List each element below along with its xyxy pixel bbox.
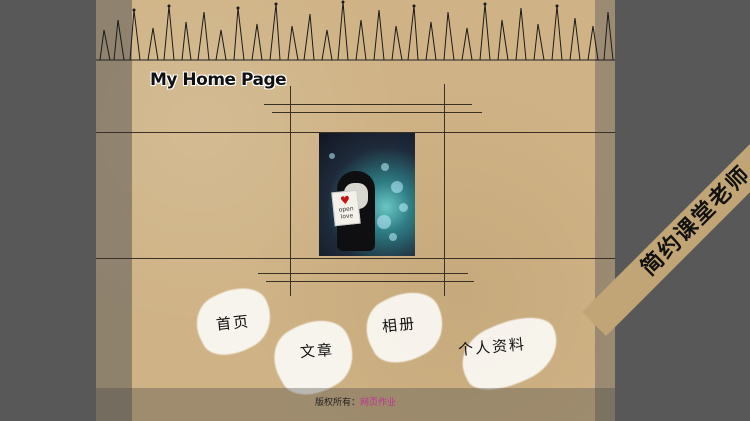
frame-line [290, 86, 291, 296]
pencils-decoration [96, 0, 615, 61]
nav-item-album[interactable]: 相册 [381, 312, 417, 336]
bokeh-light [377, 215, 391, 229]
paper-page: My Home Page ♥ open love 首页 文章 相册 个人资料 版… [96, 0, 615, 421]
frame-line [264, 104, 472, 105]
frame-line [266, 281, 474, 282]
bokeh-light [399, 203, 408, 212]
copyright-link[interactable]: 网页作业 [360, 398, 396, 408]
bokeh-light [329, 153, 335, 159]
footer-bar: 版权所有：网页作业 [96, 388, 615, 421]
page-title: My Home Page [150, 70, 287, 90]
bokeh-light [381, 163, 389, 171]
profile-photo: ♥ open love [319, 133, 415, 256]
bokeh-light [391, 181, 403, 193]
nav-item-home[interactable]: 首页 [215, 310, 251, 334]
frame-line [272, 112, 482, 113]
copyright-label: 版权所有： [314, 398, 360, 408]
love-card: ♥ open love [331, 189, 361, 227]
frame-line [96, 258, 615, 259]
frame-line [444, 84, 445, 296]
card-text-love: love [340, 212, 354, 221]
nav-item-articles[interactable]: 文章 [299, 339, 334, 362]
left-dark-panel [0, 0, 96, 421]
bokeh-light [389, 233, 397, 241]
